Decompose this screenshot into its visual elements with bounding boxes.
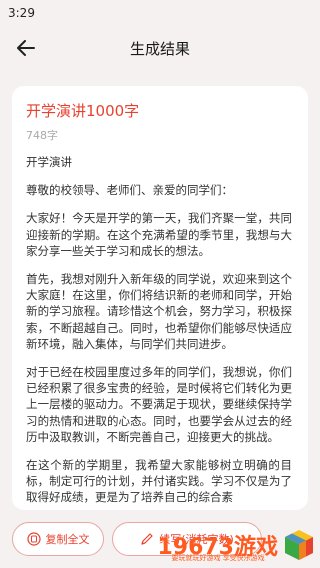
copy-icon	[26, 532, 41, 546]
bottom-action-bar: 复制全文 续写(消耗字数) 19673游戏 要玩就玩好游戏 享受快乐游戏	[0, 512, 320, 568]
arrow-left-icon	[17, 40, 35, 56]
article-body: 开学演讲 尊敬的校领导、老师们、亲爱的同学们： 大家好！今天是开学的第一天，我们…	[26, 154, 292, 506]
article-paragraph: 在这个新的学期里，我希望大家能够树立明确的目标，制定可行的计划，并付诸实践。学习…	[26, 458, 292, 505]
watermark-cube-logo	[285, 530, 313, 560]
article-title: 开学演讲1000字	[26, 102, 140, 120]
watermark: 19673游戏 要玩就玩好游戏 享受快乐游戏	[157, 528, 316, 562]
article-paragraph: 尊敬的校领导、老师们、亲爱的同学们：	[26, 183, 233, 198]
pencil-icon	[140, 532, 154, 546]
status-bar: 3:29	[0, 0, 320, 26]
article-paragraph: 开学演讲	[26, 155, 72, 169]
article-paragraph: 大家好！今天是开学的第一天，我们齐聚一堂，共同迎接新的学期。在这个充满希望的季节…	[26, 211, 292, 258]
article-paragraph: 对于已经在校园里度过多年的同学们，我想说，你们已经积累了很多宝贵的经验，是时候将…	[26, 365, 292, 444]
back-button[interactable]	[14, 36, 38, 60]
copy-all-button[interactable]: 复制全文	[12, 522, 104, 556]
app-bar: 生成结果	[0, 26, 320, 70]
article-paragraph: 首先，我想对刚升入新年级的同学说，欢迎来到这个大家庭！在这里，你们将结识新的老师…	[26, 272, 292, 351]
copy-all-label: 复制全文	[45, 533, 90, 546]
page-title: 生成结果	[129, 39, 190, 58]
word-count: 748字	[26, 129, 58, 142]
result-card: 开学演讲1000字 748字 开学演讲 尊敬的校领导、老师们、亲爱的同学们： 大…	[12, 86, 308, 510]
watermark-subtext: 要玩就玩好游戏 享受快乐游戏	[171, 554, 265, 562]
status-time: 3:29	[8, 6, 35, 20]
